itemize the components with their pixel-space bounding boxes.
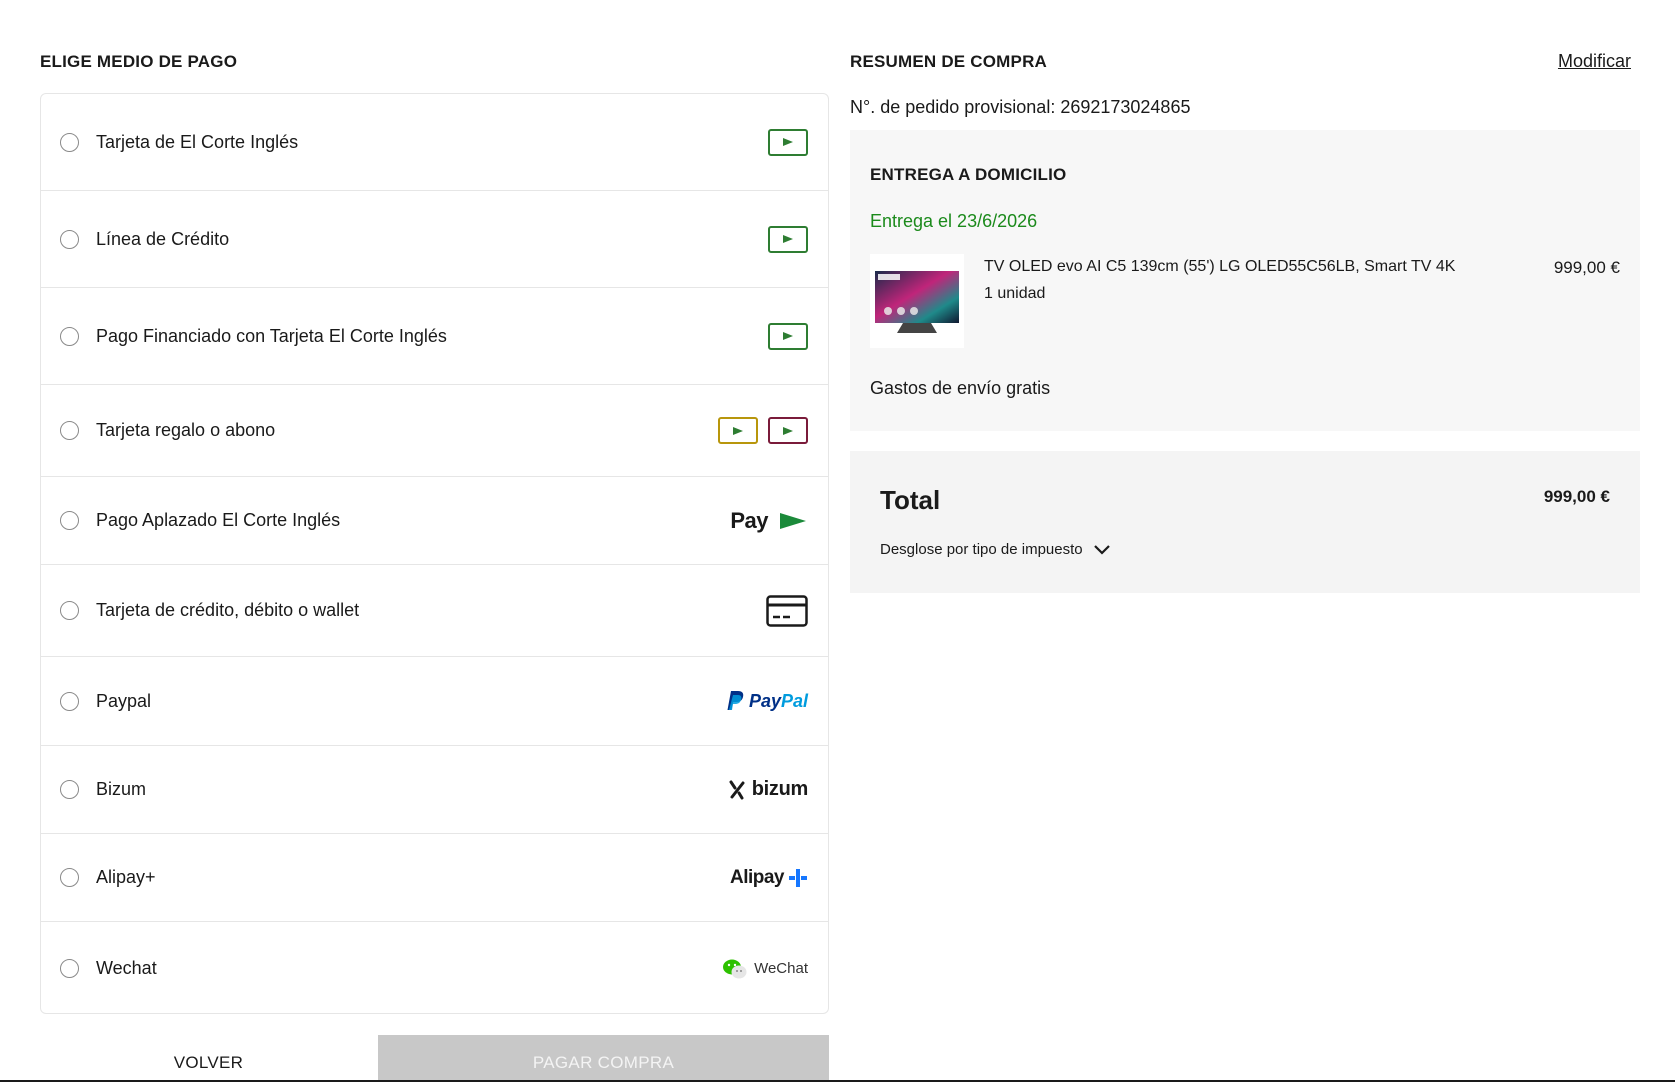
- delivery-date: Entrega el 23/6/2026: [870, 211, 1038, 231]
- eci-card-icon: [768, 225, 808, 253]
- alipay-logo-icon: Alipay: [730, 867, 808, 889]
- radio-button[interactable]: [60, 229, 79, 249]
- product-price: 999,00 €: [1553, 258, 1620, 277]
- bizum-logo-icon: bizum: [728, 778, 808, 801]
- total-label: Total: [880, 485, 941, 515]
- shipping-cost-note: Gastos de envío gratis: [870, 378, 1051, 398]
- total-amount: 999,00 €: [1543, 487, 1610, 506]
- method-label: Línea de Crédito: [96, 228, 230, 249]
- radio-button[interactable]: [60, 421, 79, 440]
- payment-method-paypal[interactable]: Paypal PayPal: [41, 657, 828, 746]
- radio-button[interactable]: [60, 959, 79, 978]
- home-delivery-panel: ENTREGA A DOMICILIO Entrega el 23/6/2026…: [850, 130, 1640, 431]
- pay-purchase-button[interactable]: PAGAR COMPRA: [378, 1035, 829, 1082]
- product-quantity: 1 unidad: [984, 285, 1046, 302]
- method-label: Alipay+: [96, 867, 156, 887]
- wechat-logo-icon: WeChat: [722, 958, 808, 980]
- eci-card-icon: [768, 128, 808, 156]
- gift-card-icon: [718, 417, 758, 444]
- radio-button[interactable]: [60, 601, 79, 620]
- tax-breakdown-label: Desglose por tipo de impuesto: [880, 541, 1083, 558]
- payment-method-credit-line[interactable]: Línea de Crédito: [41, 191, 828, 288]
- eci-triangle-icon: [780, 512, 806, 529]
- method-label: Paypal: [96, 690, 152, 711]
- radio-button[interactable]: [60, 780, 79, 799]
- alipay-plus-icon: [789, 868, 807, 887]
- gift-card-icons: [718, 417, 808, 444]
- radio-button[interactable]: [60, 868, 79, 887]
- modify-link[interactable]: Modificar: [1558, 51, 1631, 72]
- product-thumbnail[interactable]: [870, 254, 964, 348]
- method-label: Wechat: [96, 958, 157, 978]
- payment-method-financed[interactable]: Pago Financiado con Tarjeta El Corte Ing…: [41, 288, 828, 385]
- paypal-p-icon: [727, 691, 744, 710]
- payment-method-bizum[interactable]: Bizum bizum: [41, 746, 828, 834]
- radio-button[interactable]: [60, 511, 79, 530]
- summary-section-title: RESUMEN DE COMPRA: [850, 52, 1048, 71]
- method-label: Bizum: [96, 779, 147, 799]
- total-panel: Total 999,00 € Desglose por tipo de impu…: [850, 451, 1640, 593]
- eci-card-icon: [768, 322, 808, 350]
- provisional-order-number: N°. de pedido provisional: 2692173024865: [850, 97, 1191, 117]
- back-button[interactable]: VOLVER: [40, 1035, 377, 1082]
- product-name: TV OLED evo AI C5 139cm (55') LG OLED55C…: [984, 258, 1456, 275]
- tv-product-image: [875, 271, 959, 333]
- wechat-bubble-icon: [723, 959, 747, 978]
- radio-button[interactable]: [60, 326, 79, 346]
- payment-method-gift-card[interactable]: Tarjeta regalo o abono: [41, 385, 828, 477]
- bizum-symbol-icon: [729, 780, 745, 799]
- payment-method-deferred[interactable]: Pago Aplazado El Corte Inglés Pay: [41, 477, 828, 565]
- payment-methods-list: Tarjeta de El Corte Inglés Línea de Créd…: [40, 93, 829, 1014]
- chevron-down-icon: [1093, 544, 1110, 555]
- eci-pay-logo-icon: Pay: [730, 508, 808, 534]
- radio-button[interactable]: [60, 691, 79, 711]
- method-label: Pago Aplazado El Corte Inglés: [96, 510, 341, 530]
- method-label: Tarjeta de El Corte Inglés: [96, 131, 299, 152]
- method-label: Tarjeta regalo o abono: [96, 420, 276, 440]
- payment-method-wechat[interactable]: Wechat WeChat: [41, 922, 828, 1015]
- paypal-logo-icon: PayPal: [727, 690, 808, 712]
- credit-card-icon: [766, 594, 808, 627]
- method-label: Pago Financiado con Tarjeta El Corte Ing…: [96, 325, 447, 346]
- delivery-title: ENTREGA A DOMICILIO: [870, 165, 1067, 184]
- radio-button[interactable]: [60, 132, 79, 152]
- payment-section-title: ELIGE MEDIO DE PAGO: [40, 52, 238, 71]
- payment-method-eci-card[interactable]: Tarjeta de El Corte Inglés: [41, 94, 828, 191]
- voucher-card-icon: [768, 417, 808, 444]
- payment-method-alipay[interactable]: Alipay+ Alipay: [41, 834, 828, 922]
- method-label: Tarjeta de crédito, débito o wallet: [96, 600, 360, 620]
- payment-method-credit-debit[interactable]: Tarjeta de crédito, débito o wallet: [41, 565, 828, 657]
- tax-breakdown-toggle[interactable]: Desglose por tipo de impuesto: [880, 541, 1111, 558]
